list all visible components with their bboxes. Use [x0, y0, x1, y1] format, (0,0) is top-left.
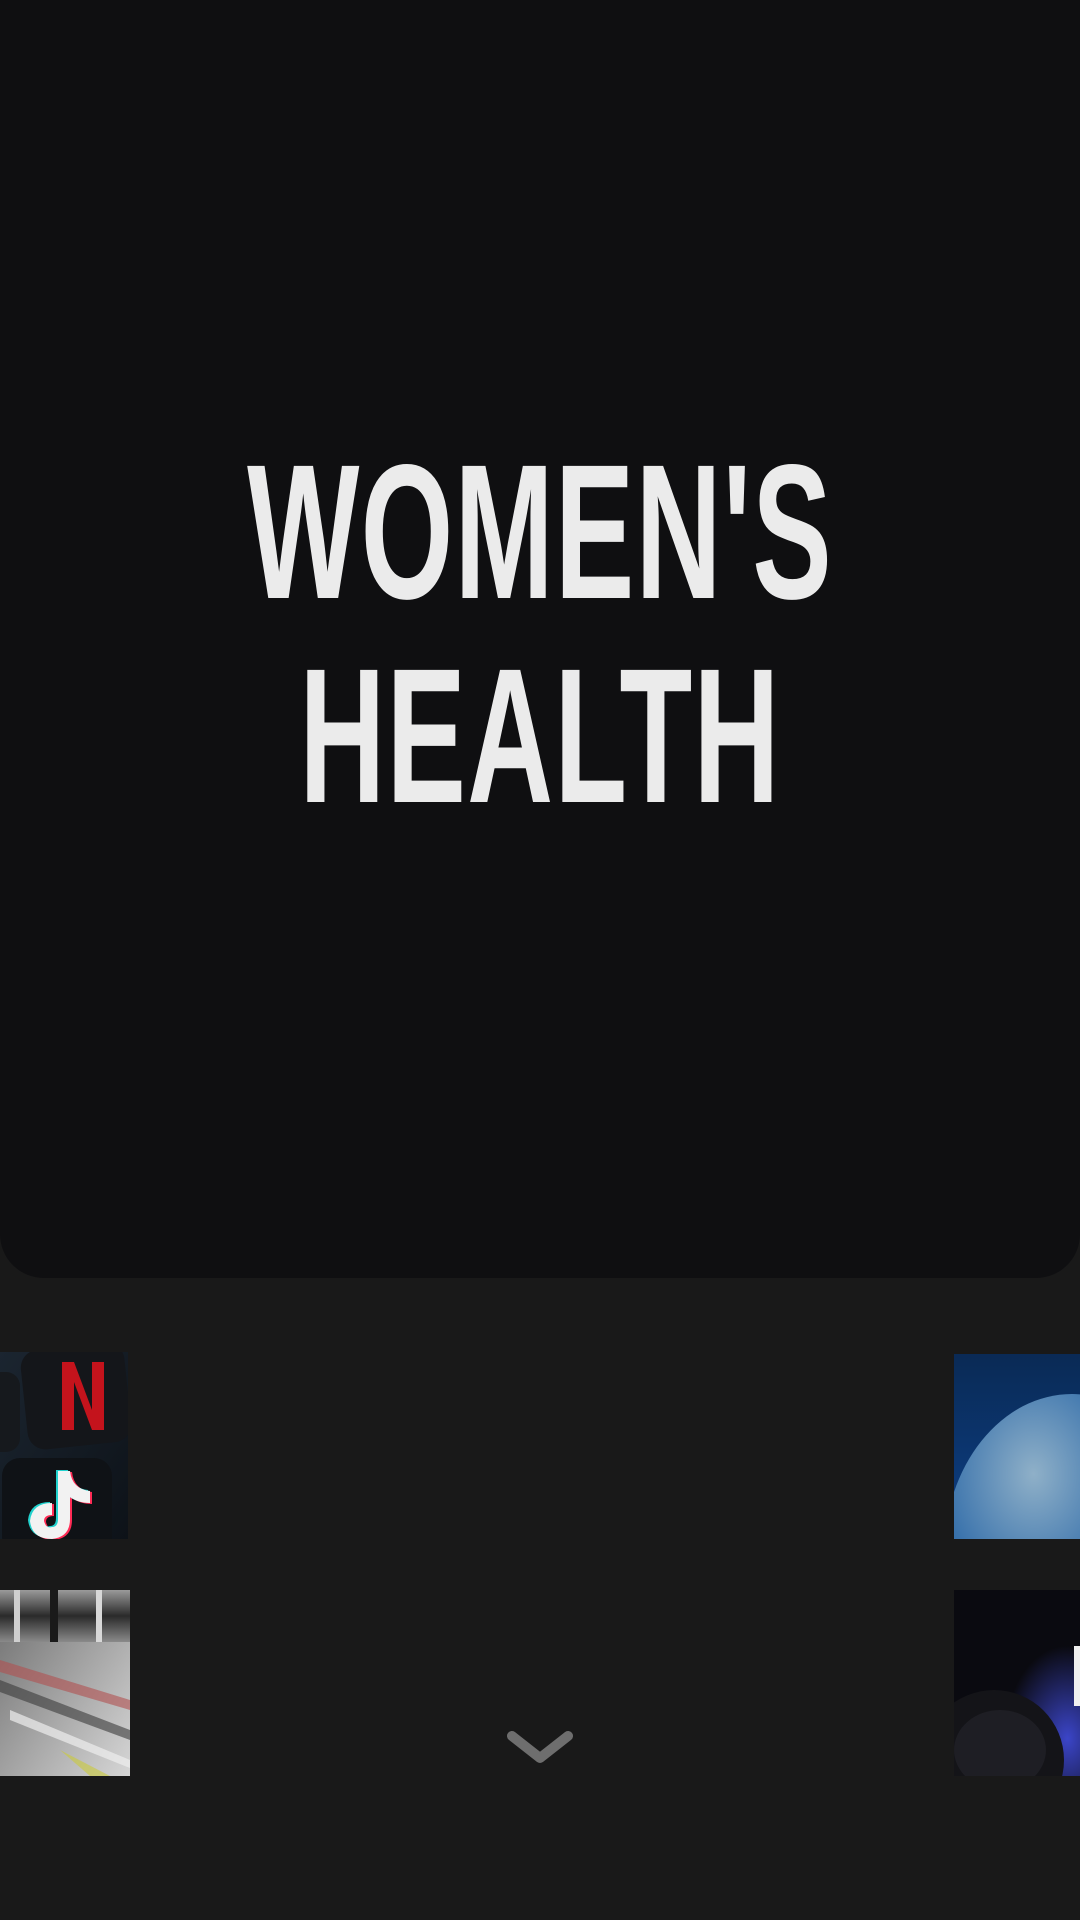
hero-section: WOMEN'S HEALTH: [0, 0, 1080, 1278]
netflix-icon: [20, 1352, 128, 1450]
chevron-down-icon: [507, 1731, 573, 1763]
title-line-2: HEALTH: [299, 628, 781, 843]
title-line-1: WOMEN'S: [247, 424, 833, 639]
blue-sphere-thumbnail[interactable]: [954, 1354, 1080, 1539]
page-title: WOMEN'S HEALTH: [205, 430, 875, 838]
microphone-thumbnail[interactable]: [954, 1590, 1080, 1776]
printing-press-thumbnail[interactable]: [0, 1590, 130, 1776]
tiktok-icon: [2, 1458, 112, 1539]
streaming-apps-thumbnail[interactable]: [0, 1352, 128, 1539]
scroll-down-button[interactable]: [504, 1726, 576, 1772]
